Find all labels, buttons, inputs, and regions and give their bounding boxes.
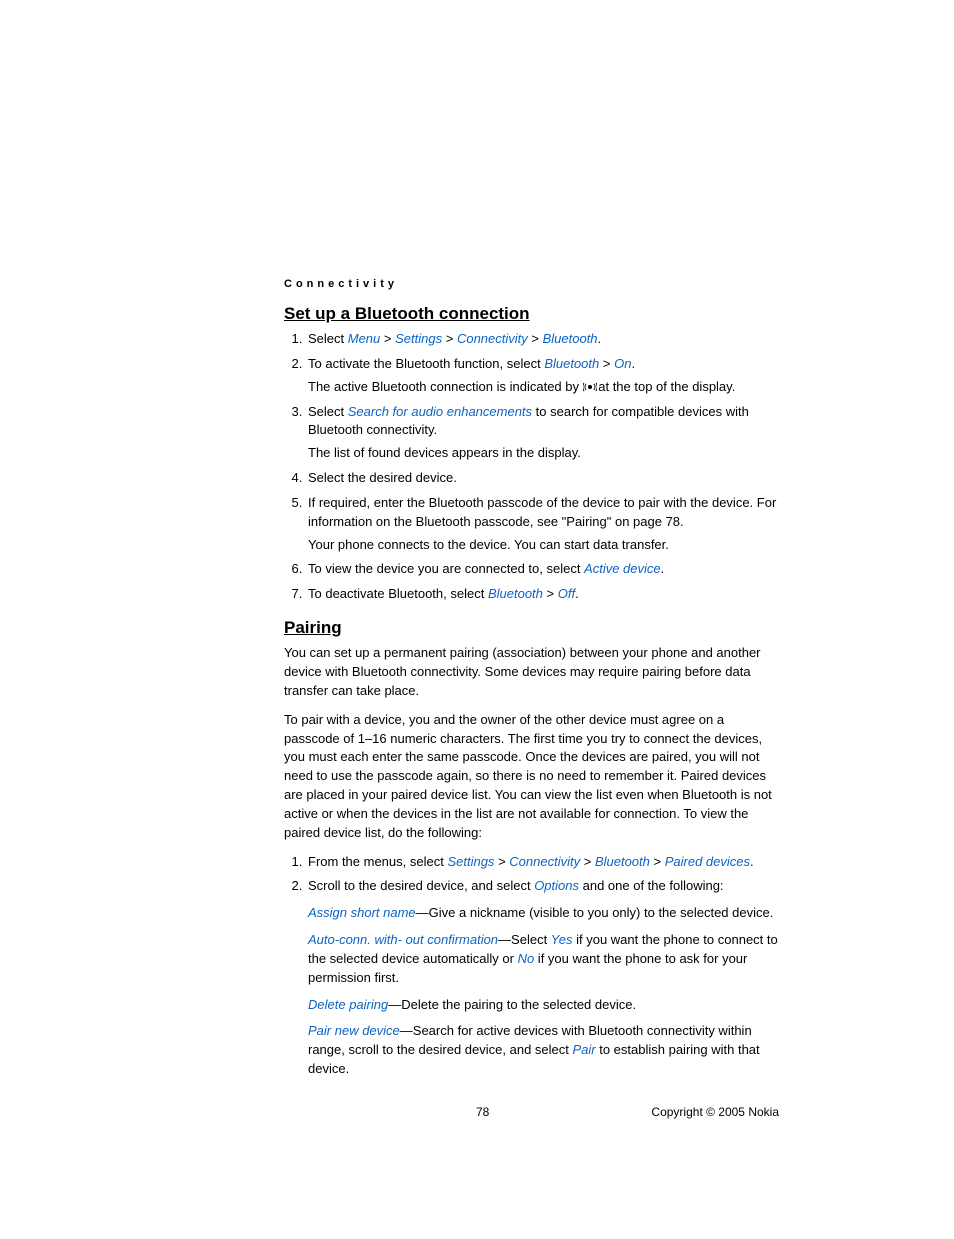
pairing-step-2: Scroll to the desired device, and select…	[306, 877, 779, 1079]
link-active-device: Active device	[584, 561, 661, 576]
setup-steps-list: Select Menu Settings Connectivity Blueto…	[284, 330, 779, 604]
link-auto-conn: Auto-conn. with- out confirmation	[308, 932, 498, 947]
text: .	[598, 331, 602, 346]
heading-pairing: Pairing	[284, 618, 779, 638]
link-pair-new-device: Pair new device	[308, 1023, 400, 1038]
text: .	[661, 561, 665, 576]
heading-setup: Set up a Bluetooth connection	[284, 304, 779, 324]
link-delete-pairing: Delete pairing	[308, 997, 388, 1012]
text: —Give a nickname (visible to you only) t…	[416, 905, 774, 920]
text: Select	[308, 404, 348, 419]
pairing-para-1: You can set up a permanent pairing (asso…	[284, 644, 779, 701]
text: To activate the Bluetooth function, sele…	[308, 356, 544, 371]
separator	[654, 854, 662, 869]
link-no: No	[518, 951, 535, 966]
separator	[584, 854, 592, 869]
text: From the menus, select	[308, 854, 447, 869]
link-settings: Settings	[395, 331, 442, 346]
page-footer: 78 Copyright © 2005 Nokia	[284, 1105, 779, 1119]
sub-text: Your phone connects to the device. You c…	[308, 536, 779, 555]
sub-text: The list of found devices appears in the…	[308, 444, 779, 463]
page-number: 78	[476, 1105, 489, 1119]
step-6: To view the device you are connected to,…	[306, 560, 779, 579]
pairing-step-1: From the menus, select Settings Connecti…	[306, 853, 779, 872]
link-menu: Menu	[348, 331, 381, 346]
step-7: To deactivate Bluetooth, select Bluetoot…	[306, 585, 779, 604]
link-settings: Settings	[447, 854, 494, 869]
text: .	[750, 854, 754, 869]
link-connectivity: Connectivity	[457, 331, 528, 346]
link-connectivity: Connectivity	[509, 854, 580, 869]
sub-text: The active Bluetooth connection is indic…	[308, 378, 779, 397]
text: Select	[308, 331, 348, 346]
link-bluetooth: Bluetooth	[543, 331, 598, 346]
link-pair: Pair	[572, 1042, 595, 1057]
step-4: Select the desired device.	[306, 469, 779, 488]
bluetooth-indicator-icon	[583, 382, 595, 392]
step-3: Select Search for audio enhancements to …	[306, 403, 779, 464]
text: .	[575, 586, 579, 601]
step-2: To activate the Bluetooth function, sele…	[306, 355, 779, 397]
link-yes: Yes	[551, 932, 573, 947]
link-options: Options	[534, 878, 579, 893]
step-5: If required, enter the Bluetooth passcod…	[306, 494, 779, 555]
text: If required, enter the Bluetooth passcod…	[308, 495, 776, 529]
text: and one of the following:	[579, 878, 724, 893]
document-page: Connectivity Set up a Bluetooth connecti…	[0, 0, 954, 1239]
copyright: Copyright © 2005 Nokia	[651, 1105, 779, 1119]
link-bluetooth: Bluetooth	[544, 356, 599, 371]
separator	[603, 356, 611, 371]
text: Scroll to the desired device, and select	[308, 878, 534, 893]
separator	[446, 331, 454, 346]
separator	[498, 854, 506, 869]
option-delete-pairing: Delete pairing—Delete the pairing to the…	[308, 996, 779, 1015]
section-header: Connectivity	[284, 278, 779, 290]
pairing-steps-list: From the menus, select Settings Connecti…	[284, 853, 779, 1079]
link-bluetooth: Bluetooth	[595, 854, 650, 869]
text: To deactivate Bluetooth, select	[308, 586, 488, 601]
link-assign-short-name: Assign short name	[308, 905, 416, 920]
separator	[531, 331, 539, 346]
pairing-para-2: To pair with a device, you and the owner…	[284, 711, 779, 843]
separator	[384, 331, 392, 346]
option-auto-conn: Auto-conn. with- out confirmation—Select…	[308, 931, 779, 988]
text: Select the desired device.	[308, 470, 457, 485]
text: To view the device you are connected to,…	[308, 561, 584, 576]
option-pair-new-device: Pair new device—Search for active device…	[308, 1022, 779, 1079]
text: at the top of the display.	[595, 379, 736, 394]
link-on: On	[614, 356, 631, 371]
link-bluetooth: Bluetooth	[488, 586, 543, 601]
option-assign-short-name: Assign short name—Give a nickname (visib…	[308, 904, 779, 923]
link-off: Off	[558, 586, 575, 601]
separator	[547, 586, 555, 601]
step-1: Select Menu Settings Connectivity Blueto…	[306, 330, 779, 349]
text: —Select	[498, 932, 551, 947]
text: The active Bluetooth connection is indic…	[308, 379, 583, 394]
text: —Delete the pairing to the selected devi…	[388, 997, 636, 1012]
link-search-audio: Search for audio enhancements	[348, 404, 532, 419]
link-paired-devices: Paired devices	[665, 854, 750, 869]
